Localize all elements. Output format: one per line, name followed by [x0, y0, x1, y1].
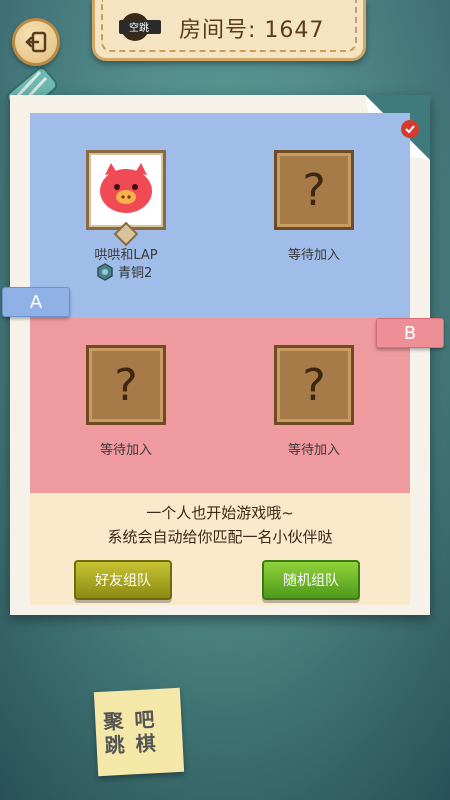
ribbon-badge-icon — [401, 120, 419, 138]
player-rank: 青铜2 — [96, 262, 152, 281]
info-line-2: 系统会自动给你匹配一名小伙伴哒 — [107, 528, 333, 546]
info-line-1: 一个人也开始游戏哦~ — [146, 504, 294, 522]
exit-icon — [25, 31, 47, 53]
team-b-tag: B — [376, 318, 444, 348]
friend-team-button[interactable]: 好友组队 — [74, 560, 172, 600]
room-header: 空跳 房间号: 1647 — [92, 0, 366, 61]
bronze-rank-icon — [97, 262, 113, 281]
exit-button[interactable] — [12, 18, 60, 66]
sticky-line-2: 跳 棋 — [104, 731, 159, 758]
player-rank-label: 青铜2 — [118, 266, 153, 281]
question-mark: ? — [302, 359, 326, 411]
question-mark: ? — [302, 164, 326, 216]
game-logo: 空跳 — [119, 13, 161, 41]
waiting-label: 等待加入 — [287, 443, 340, 458]
room-number: 房间号: 1647 — [179, 18, 325, 43]
empty-slot[interactable]: ? — [274, 150, 354, 230]
team-a-tag: A — [2, 287, 70, 317]
player-name: 哄哄和LAP — [94, 248, 158, 263]
rank-diamond-icon — [114, 222, 138, 246]
sticky-note: 聚 吧 跳 棋 — [93, 687, 185, 777]
waiting-label: 等待加入 — [99, 443, 152, 458]
sticky-line-1: 聚 吧 — [102, 707, 157, 734]
empty-slot[interactable]: ? — [86, 345, 166, 425]
pig-avatar-icon — [100, 163, 152, 213]
random-team-button[interactable]: 随机组队 — [262, 560, 360, 600]
svg-text:空跳: 空跳 — [129, 21, 149, 34]
player-avatar-slot[interactable] — [86, 150, 166, 230]
empty-slot[interactable]: ? — [274, 345, 354, 425]
waiting-label: 等待加入 — [287, 248, 340, 263]
question-mark: ? — [114, 359, 138, 411]
sticky-note-text: 聚 吧 跳 棋 — [103, 706, 175, 758]
